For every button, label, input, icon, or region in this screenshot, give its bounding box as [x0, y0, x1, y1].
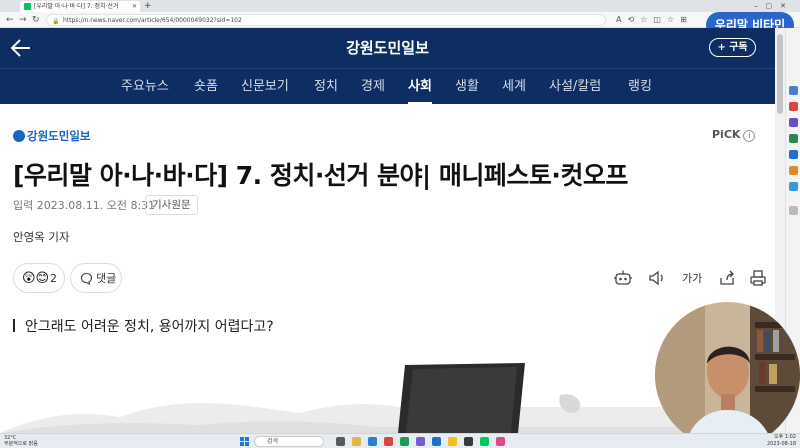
article-date: 입력 2023.08.11. 오전 8:31 — [13, 199, 156, 212]
back-nav-icon[interactable]: ← — [6, 12, 14, 28]
taskbar-search-placeholder: 검색 — [267, 438, 279, 445]
app-icon-1[interactable] — [384, 437, 393, 446]
sidebar-games-icon[interactable] — [789, 134, 798, 143]
comment-icon — [80, 272, 93, 285]
nav-item-ranking[interactable]: 랭킹 — [628, 69, 652, 105]
browser-toolbar-icons[interactable]: A⟲☆◫☆⊞ — [616, 12, 693, 28]
nav-item-life[interactable]: 생활 — [455, 69, 479, 105]
sidebar-office-icon[interactable] — [789, 166, 798, 175]
subhead-bar — [13, 319, 15, 332]
share-icon[interactable] — [717, 268, 737, 288]
site-title: 강원도민일보 — [346, 39, 429, 57]
forward-nav-icon[interactable]: → — [19, 12, 27, 28]
comment-label: 댓글 — [96, 272, 117, 285]
site-nav: 주요뉴스 숏폼 신문보기 정치 경제 사회 생활 세계 사설/칼럼 랭킹 — [0, 68, 775, 105]
sidebar-drop-icon[interactable] — [789, 182, 798, 191]
weather-widget[interactable]: 32°C 부분적으로 맑음 — [4, 435, 38, 447]
url-field[interactable]: 🔒 https://n.news.naver.com/article/654/0… — [46, 14, 606, 26]
reaction-emoji-icon: 😲😊 — [22, 271, 50, 286]
comment-button[interactable]: 댓글 — [70, 263, 122, 293]
sidebar-shopping-icon[interactable] — [789, 102, 798, 111]
reporter-name[interactable]: 안영옥 기자 — [13, 229, 70, 245]
browser-tab-bar: [우리말 아·나·바·다] 7. 정치·선거 ✕ + –▢✕ — [0, 0, 800, 12]
nav-item-politics[interactable]: 정치 — [314, 69, 338, 105]
scrollbar-thumb[interactable] — [777, 34, 783, 114]
system-tray-clock[interactable]: 오후 1:02 2023-08-18 — [767, 434, 796, 448]
lock-icon: 🔒 — [52, 18, 60, 25]
kakaotalk-icon[interactable] — [448, 437, 457, 446]
app-icon-2[interactable] — [400, 437, 409, 446]
press-logo[interactable]: 강원도민일보 — [13, 128, 90, 144]
article-title: [우리말 아·나·바·다] 7. 정치·선거 분야| 매니페스토·컷오프 — [13, 161, 628, 190]
edge-browser-icon[interactable] — [368, 437, 377, 446]
robot-summary-icon[interactable] — [613, 268, 633, 288]
tab-title: [우리말 아·나·바·다] 7. 정치·선거 — [34, 3, 119, 10]
app-icon-6[interactable] — [496, 437, 505, 446]
info-icon[interactable]: i — [743, 130, 756, 142]
clock-time: 오후 1:02 — [773, 434, 796, 440]
nav-item-society[interactable]: 사회 — [408, 69, 432, 105]
weather-desc: 부분적으로 맑음 — [4, 441, 38, 447]
windows-taskbar: 32°C 부분적으로 맑음 검색 오후 1:02 2023-08-18 — [0, 433, 800, 448]
site-header: 강원도민일보 + 구독 — [0, 28, 775, 68]
task-view-icon[interactable] — [336, 437, 345, 446]
sidebar-search-icon[interactable] — [789, 86, 798, 95]
taskbar-search[interactable]: 검색 — [254, 436, 324, 447]
tab-close-icon[interactable]: ✕ — [132, 1, 137, 12]
sidebar-outlook-icon[interactable] — [789, 150, 798, 159]
app-icon-3[interactable] — [416, 437, 425, 446]
app-icon-5[interactable] — [464, 437, 473, 446]
article-subhead: 안그래도 어려운 정치, 용어까지 어렵다고? — [13, 316, 274, 336]
speaker-icon[interactable] — [647, 268, 667, 288]
subscribe-button[interactable]: + 구독 — [709, 38, 756, 57]
original-article-button[interactable]: 기사원문 — [145, 195, 198, 215]
webcam-overlay — [655, 302, 800, 448]
press-name: 강원도민일보 — [27, 129, 91, 143]
refresh-icon[interactable]: ↻ — [32, 12, 40, 28]
nav-item-economy[interactable]: 경제 — [361, 69, 385, 105]
browser-tab[interactable]: [우리말 아·나·바·다] 7. 정치·선거 ✕ — [20, 1, 140, 12]
nav-item-main-news[interactable]: 주요뉴스 — [121, 69, 169, 105]
new-tab-icon[interactable]: + — [144, 0, 152, 12]
window-controls[interactable]: –▢✕ — [754, 0, 794, 12]
font-size-button[interactable]: 가가 — [682, 270, 702, 286]
nav-item-world[interactable]: 세계 — [502, 69, 526, 105]
app-icon-4[interactable] — [432, 437, 441, 446]
pick-label: PiCK — [712, 128, 741, 141]
subhead-text: 안그래도 어려운 정치, 용어까지 어렵다고? — [25, 319, 274, 335]
reaction-count: 2 — [50, 272, 57, 285]
windows-start-icon[interactable] — [240, 437, 249, 446]
address-bar-row: ← → ↻ 🔒 https://n.news.naver.com/article… — [0, 12, 800, 28]
nav-item-shortform[interactable]: 숏폼 — [194, 69, 218, 105]
pick-badge[interactable]: PiCK i — [712, 128, 756, 142]
file-explorer-icon[interactable] — [352, 437, 361, 446]
sidebar-add-icon[interactable] — [789, 206, 798, 215]
sidebar-tools-icon[interactable] — [789, 118, 798, 127]
url-text: https://n.news.naver.com/article/654/000… — [63, 17, 242, 24]
naver-favicon-icon — [24, 3, 31, 10]
naver-icon[interactable] — [480, 437, 489, 446]
reaction-button[interactable]: 😲😊 2 — [13, 263, 65, 293]
clock-date: 2023-08-18 — [766, 441, 796, 447]
press-logo-icon — [13, 130, 25, 142]
nav-item-editorial[interactable]: 사설/칼럼 — [549, 69, 601, 105]
nav-item-newspaper[interactable]: 신문보기 — [241, 69, 289, 105]
print-icon[interactable] — [748, 268, 768, 288]
